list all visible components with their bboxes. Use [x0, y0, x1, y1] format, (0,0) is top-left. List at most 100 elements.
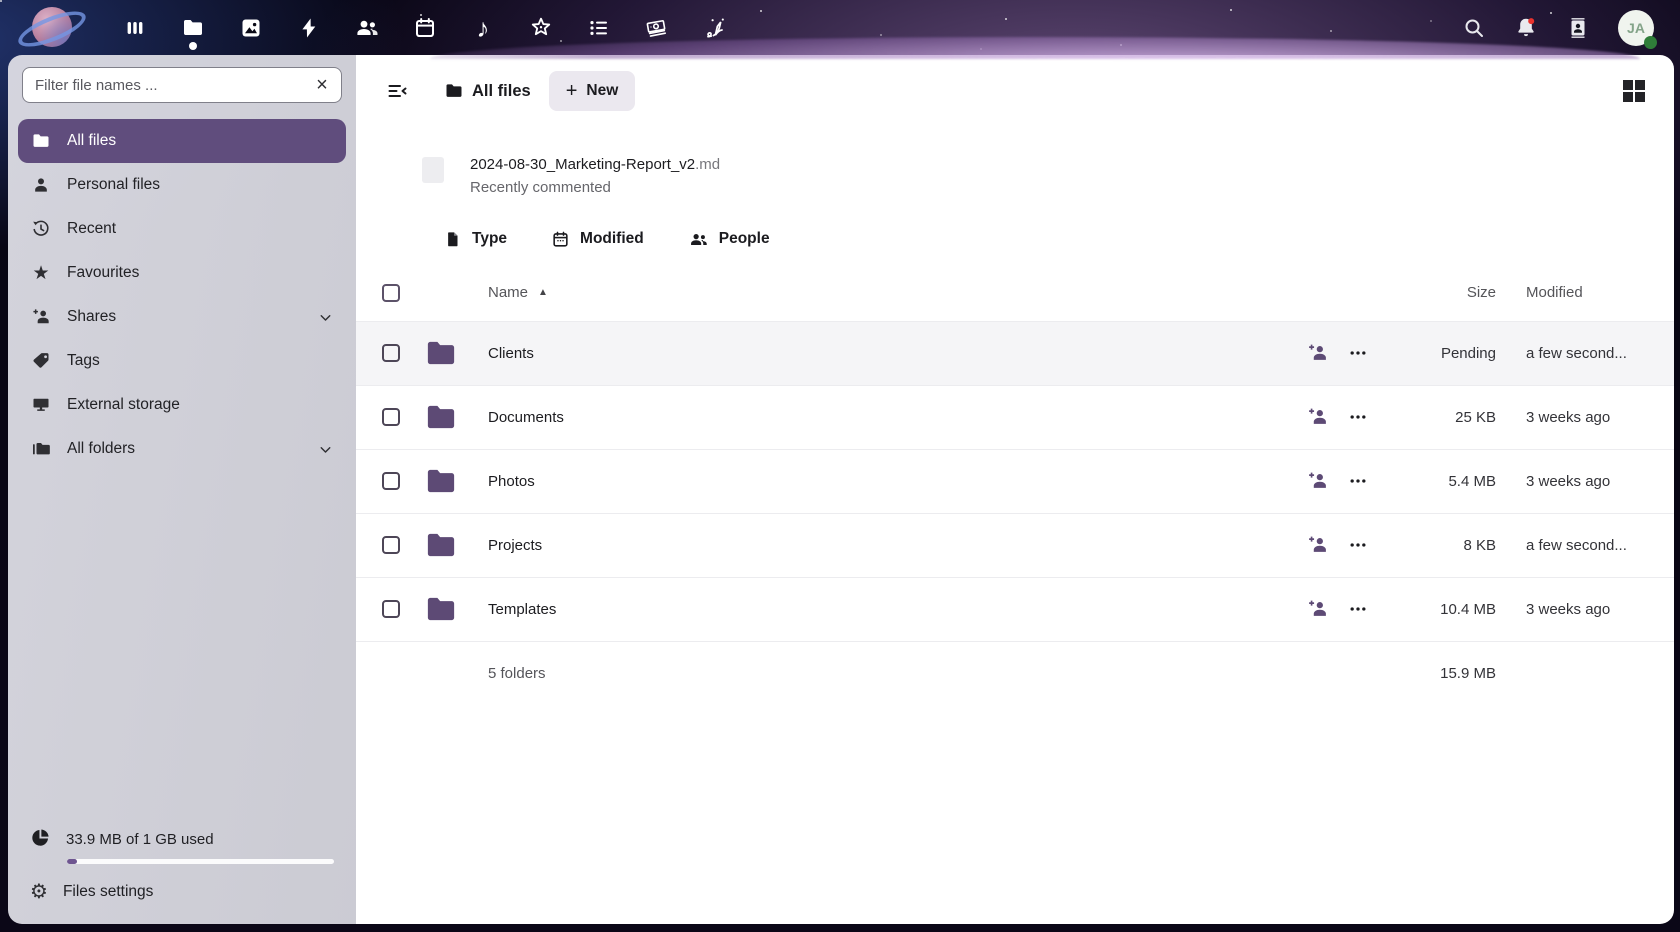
- filter-filenames-box: ×: [22, 67, 342, 103]
- sidebar-item-shares[interactable]: Shares: [18, 295, 346, 339]
- file-name: Photos: [488, 473, 1306, 490]
- photos-app-icon[interactable]: [222, 0, 280, 55]
- file-extension: .md: [695, 156, 720, 173]
- share-button[interactable]: [1306, 598, 1330, 620]
- top-navigation-bar: ♪ JA: [0, 0, 1680, 55]
- music-app-icon[interactable]: ♪: [454, 0, 512, 55]
- contacts-app-icon[interactable]: [338, 0, 396, 55]
- sidebar-item-all-folders[interactable]: All folders: [18, 427, 346, 471]
- table-row-templates[interactable]: Templates 10.4 MB 3 weeks ago: [356, 577, 1674, 641]
- sidebar-item-label: Favourites: [67, 264, 139, 282]
- share-button[interactable]: [1306, 534, 1330, 556]
- file-modified: a few second...: [1526, 537, 1656, 554]
- files-settings-button[interactable]: ⚙ Files settings: [18, 870, 346, 914]
- row-checkbox[interactable]: [382, 536, 400, 554]
- table-row-documents[interactable]: Documents 25 KB 3 weeks ago: [356, 385, 1674, 449]
- row-checkbox[interactable]: [382, 408, 400, 426]
- clear-filter-icon[interactable]: ×: [309, 72, 335, 98]
- file-name: Clients: [488, 345, 1306, 362]
- new-button[interactable]: + New: [549, 71, 636, 111]
- files-app-icon[interactable]: [164, 0, 222, 55]
- sidebar-item-all-files[interactable]: All files: [18, 119, 346, 163]
- user-avatar[interactable]: JA: [1618, 10, 1654, 46]
- new-button-label: New: [586, 82, 618, 100]
- star-icon: ★: [30, 262, 52, 284]
- actions-menu-button[interactable]: [1348, 599, 1368, 619]
- money-app-icon[interactable]: [628, 0, 686, 55]
- select-all-checkbox[interactable]: [382, 284, 400, 302]
- storage-quota: 33.9 MB of 1 GB used: [18, 827, 346, 864]
- folder-icon: [426, 532, 456, 558]
- file-name: Projects: [488, 537, 1306, 554]
- chevron-down-icon[interactable]: [317, 309, 334, 326]
- actions-menu-button[interactable]: [1348, 343, 1368, 363]
- sidebar-item-tags[interactable]: Tags: [18, 339, 346, 383]
- recommended-file[interactable]: 2024-08-30_Marketing-Report_v2.md Recent…: [422, 153, 1674, 200]
- folder-icon: [30, 130, 52, 152]
- grid-view-toggle[interactable]: [1612, 69, 1656, 113]
- breadcrumb[interactable]: All files: [444, 81, 531, 101]
- column-header-name[interactable]: Name ▲: [488, 284, 1306, 301]
- quota-label: 33.9 MB of 1 GB used: [66, 831, 214, 848]
- file-thumbnail-placeholder: [422, 157, 444, 183]
- filter-chip-modified[interactable]: Modified: [551, 230, 644, 249]
- music-note-glyph: ♪: [477, 15, 490, 41]
- share-button[interactable]: [1306, 470, 1330, 492]
- share-account-plus-icon: [30, 306, 52, 328]
- sidebar-item-favourites[interactable]: ★ Favourites: [18, 251, 346, 295]
- quota-progress-track: [67, 859, 334, 864]
- filter-chip-people[interactable]: People: [688, 230, 770, 249]
- row-checkbox[interactable]: [382, 344, 400, 362]
- notifications-bell-icon[interactable]: [1514, 16, 1538, 40]
- filter-filenames-input[interactable]: [35, 77, 309, 94]
- nextcloud-logo[interactable]: [18, 3, 90, 53]
- sidebar-item-label: All files: [67, 132, 116, 150]
- filter-chip-type[interactable]: Type: [444, 230, 507, 249]
- dashboard-app-icon[interactable]: [106, 0, 164, 55]
- gear-icon: ⚙: [30, 882, 48, 902]
- file-list-table: Name ▲ Size Modified Clients: [356, 265, 1674, 705]
- actions-menu-button[interactable]: [1348, 407, 1368, 427]
- breadcrumb-current-folder: All files: [472, 82, 531, 101]
- files-header: All files + New: [356, 55, 1674, 121]
- sidebar-item-label: Personal files: [67, 176, 160, 194]
- file-modified: 3 weeks ago: [1526, 473, 1656, 490]
- file-name: Documents: [488, 409, 1306, 426]
- sidebar-item-label: Recent: [67, 220, 116, 238]
- recognize-app-icon[interactable]: [512, 0, 570, 55]
- sidebar-item-personal-files[interactable]: Personal files: [18, 163, 346, 207]
- recommended-file-reason: Recently commented: [470, 176, 720, 199]
- column-header-size[interactable]: Size: [1386, 284, 1496, 301]
- actions-menu-button[interactable]: [1348, 535, 1368, 555]
- signature-app-icon[interactable]: [686, 0, 744, 55]
- share-button[interactable]: [1306, 342, 1330, 364]
- tasks-app-icon[interactable]: [570, 0, 628, 55]
- tag-icon: [30, 350, 52, 372]
- file-size: 8 KB: [1386, 537, 1496, 554]
- table-row-photos[interactable]: Photos 5.4 MB 3 weeks ago: [356, 449, 1674, 513]
- activity-app-icon[interactable]: [280, 0, 338, 55]
- unified-search-icon[interactable]: [1462, 16, 1486, 40]
- sort-ascending-icon: ▲: [538, 287, 548, 298]
- share-button[interactable]: [1306, 406, 1330, 428]
- chevron-down-icon[interactable]: [317, 441, 334, 458]
- avatar-initials: JA: [1627, 20, 1645, 36]
- row-checkbox[interactable]: [382, 600, 400, 618]
- collapse-sidebar-button[interactable]: [376, 69, 420, 113]
- calendar-app-icon[interactable]: [396, 0, 454, 55]
- nextcloud-files-screen: ♪ JA: [0, 0, 1680, 932]
- sidebar-item-recent[interactable]: Recent: [18, 207, 346, 251]
- sidebar-item-external-storage[interactable]: External storage: [18, 383, 346, 427]
- table-header-row: Name ▲ Size Modified: [356, 265, 1674, 321]
- file-filter-chips: Type Modified People: [444, 230, 1674, 249]
- table-row-clients[interactable]: Clients Pending a few second...: [356, 321, 1674, 385]
- column-header-modified[interactable]: Modified: [1526, 284, 1656, 301]
- contacts-menu-icon[interactable]: [1566, 16, 1590, 40]
- calendar-icon: [551, 230, 570, 249]
- recommended-file-name[interactable]: 2024-08-30_Marketing-Report_v2.md: [470, 153, 720, 176]
- table-row-projects[interactable]: Projects 8 KB a few second...: [356, 513, 1674, 577]
- online-status-dot: [1644, 36, 1657, 49]
- files-settings-label: Files settings: [63, 883, 153, 901]
- actions-menu-button[interactable]: [1348, 471, 1368, 491]
- row-checkbox[interactable]: [382, 472, 400, 490]
